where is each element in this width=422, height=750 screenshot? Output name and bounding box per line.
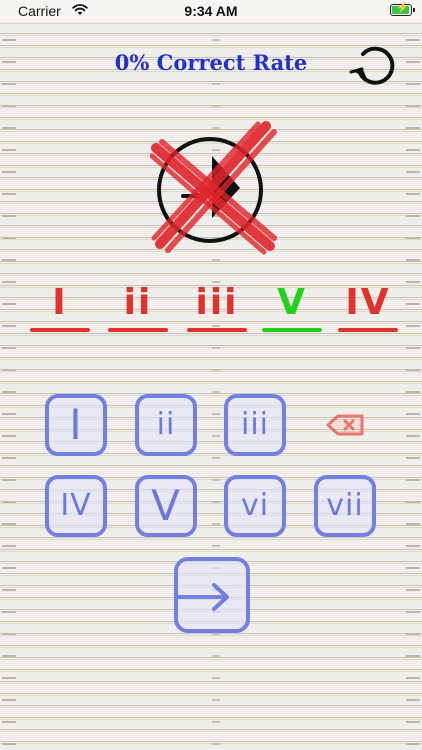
answer-slot-1: I xyxy=(30,282,90,332)
answer-slot-4: V xyxy=(262,282,322,332)
answer-label: iii xyxy=(195,282,239,323)
enter-button[interactable] xyxy=(174,557,250,633)
answer-underline xyxy=(30,328,90,332)
note-display xyxy=(149,120,280,260)
key-vii[interactable]: vii xyxy=(314,475,376,537)
key-iii[interactable]: iii xyxy=(224,394,286,456)
answer-slot-2: ii xyxy=(108,282,168,332)
key-IV[interactable]: IV xyxy=(45,475,107,537)
backspace-icon xyxy=(326,414,364,436)
answer-slot-5: IV xyxy=(338,282,398,332)
answer-label: V xyxy=(277,282,307,323)
answer-underline xyxy=(187,328,247,332)
key-V[interactable]: V xyxy=(135,475,197,537)
reset-button[interactable] xyxy=(346,38,402,90)
refresh-icon xyxy=(349,46,395,85)
status-time: 9:34 AM xyxy=(184,3,238,19)
answer-underline xyxy=(108,328,168,332)
key-I[interactable]: I xyxy=(45,394,107,456)
answer-label: I xyxy=(52,282,68,323)
status-bar: Carrier 9:34 AM ⚡ xyxy=(0,0,422,22)
correct-rate-title: 0% Correct Rate xyxy=(114,50,308,75)
answer-sequence: I ii iii V IV xyxy=(30,282,400,342)
delete-button[interactable] xyxy=(326,413,366,437)
answer-slot-3: iii xyxy=(187,282,247,332)
red-x-icon xyxy=(149,121,277,255)
answer-underline xyxy=(262,328,322,332)
binding-holes-right xyxy=(406,0,420,750)
key-vi[interactable]: vi xyxy=(224,475,286,537)
binding-holes-middle xyxy=(212,0,220,750)
answer-label: IV xyxy=(345,282,391,323)
key-ii[interactable]: ii xyxy=(135,394,197,456)
battery-charging-icon: ⚡ xyxy=(390,3,415,16)
answer-underline xyxy=(338,328,398,332)
enter-arrow-icon xyxy=(178,583,229,611)
answer-label: ii xyxy=(123,282,153,323)
binding-holes-left xyxy=(2,0,16,750)
